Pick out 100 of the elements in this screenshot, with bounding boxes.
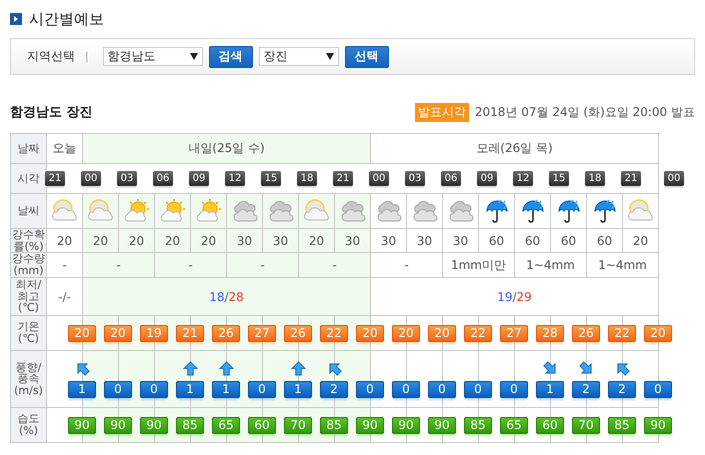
time-badge: 15 [261,171,281,186]
temperature-badge: 28 [536,324,564,342]
wind-speed-badge: 1 [68,380,96,398]
rain-chance-cell: 20 [119,229,155,253]
wind-speed-badge: 1 [284,380,312,398]
rain-chance-cell: 60 [587,229,623,253]
temperature-badge: 19 [140,324,168,342]
time-badge: 21 [45,171,65,186]
humidity-badge: 90 [356,416,384,434]
rain-chance-cell: 20 [623,229,659,253]
temperature-badge: 21 [176,324,204,342]
wind-speed-badge: 1 [212,380,240,398]
separator: | [85,50,89,63]
time-badge: 06 [441,171,461,186]
humidity-badge: 85 [320,416,348,434]
humidity-badge: 60 [248,416,276,434]
humidity-badge: 85 [464,416,492,434]
time-badge: 09 [477,171,497,186]
city-select[interactable]: 장진 [258,47,339,66]
rain-amount-cell: - [155,253,227,278]
time-badge: 00 [369,171,389,186]
wind-speed-badge: 1 [176,380,204,398]
min-max-temperature: 19/29 [497,290,532,304]
temperature-badge: 20 [428,324,456,342]
wind-speed-badge: 0 [392,380,420,398]
time-badge: 21 [333,171,353,186]
time-badge: 00 [81,171,101,186]
rain-amount-cell: - [47,253,83,278]
humidity-badge: 90 [428,416,456,434]
rain-chance-cell: 30 [227,229,263,253]
wind-speed-badge: 2 [572,380,600,398]
rain-chance-cell: 20 [191,229,227,253]
humidity-badge: 85 [176,416,204,434]
umbrella-rain-icon [484,198,508,224]
select-button[interactable]: 선택 [344,46,389,68]
location-title: 함경남도 장진 [10,104,93,121]
row-header: 강수확률(%) [11,229,47,253]
rain-chance-cell: 20 [155,229,191,253]
wind-speed-badge: 0 [140,380,168,398]
wind-speed-badge: 0 [644,380,672,398]
temperature-badge: 20 [392,324,420,342]
wind-speed-badge: 0 [104,380,132,398]
humidity-badge: 65 [500,416,528,434]
rain-chance-cell: 60 [551,229,587,253]
rain-amount-cell: - [371,253,443,278]
wind-speed-badge: 0 [500,380,528,398]
rain-amount-cell: 1mm미만 [443,253,515,278]
date-cell: 내일(25일 수) [83,134,371,164]
humidity-badge: 90 [392,416,420,434]
rain-chance-cell: 30 [371,229,407,253]
row-header: 풍향/ 풍속 (m/s) [11,351,47,408]
temperature-badge: 26 [212,324,240,342]
humidity-badge: 65 [212,416,240,434]
min-max-temperature: -/- [58,290,71,304]
time-badge: 15 [549,171,569,186]
time-badge: 18 [585,171,605,186]
time-badge: 03 [405,171,425,186]
umbrella-rain-icon [556,198,580,224]
moon-cloud-icon [626,199,656,223]
humidity-badge: 60 [536,416,564,434]
umbrella-rain-icon [592,198,616,224]
rain-amount-cell: - [83,253,155,278]
rain-chance-cell: 30 [407,229,443,253]
time-badge: 12 [513,171,533,186]
humidity-badge: 90 [68,416,96,434]
wind-speed-badge: 0 [464,380,492,398]
wind-speed-badge: 2 [608,380,636,398]
time-badge: 09 [189,171,209,186]
temperature-badge: 27 [248,324,276,342]
time-badge: 21 [621,171,641,186]
region-label: 지역선택 [27,48,75,65]
issued-time: 2018년 07월 24일 (화)요일 20:00 발표 [474,104,695,120]
time-badge: 18 [297,171,317,186]
rain-amount-cell: - [227,253,299,278]
humidity-badge: 70 [572,416,600,434]
wind-speed-badge: 0 [428,380,456,398]
time-badge: 06 [153,171,173,186]
humidity-badge: 90 [644,416,672,434]
wind-speed-badge: 1 [536,380,564,398]
row-header: 시각 [11,164,47,194]
wind-speed-badge: 0 [356,380,384,398]
rain-chance-cell: 60 [515,229,551,253]
province-select[interactable]: 함경남도 [102,47,203,66]
temperature-badge: 20 [644,324,672,342]
temperature-badge: 20 [356,324,384,342]
rain-chance-cell: 30 [263,229,299,253]
title-bullet-icon [10,13,22,25]
moon-cloud-icon [86,199,116,223]
rain-chance-cell: 20 [299,229,335,253]
humidity-badge: 85 [608,416,636,434]
rain-chance-cell: 30 [443,229,479,253]
search-button[interactable]: 검색 [208,46,253,68]
date-cell: 오늘 [47,134,83,164]
caret-icon [190,53,198,60]
page-title: 시간별예보 [29,10,104,28]
rain-chance-cell: 20 [47,229,83,253]
rain-chance-cell: 60 [479,229,515,253]
moon-cloud-icon [50,199,80,223]
humidity-badge: 90 [104,416,132,434]
row-header: 기온 (℃) [11,316,47,351]
